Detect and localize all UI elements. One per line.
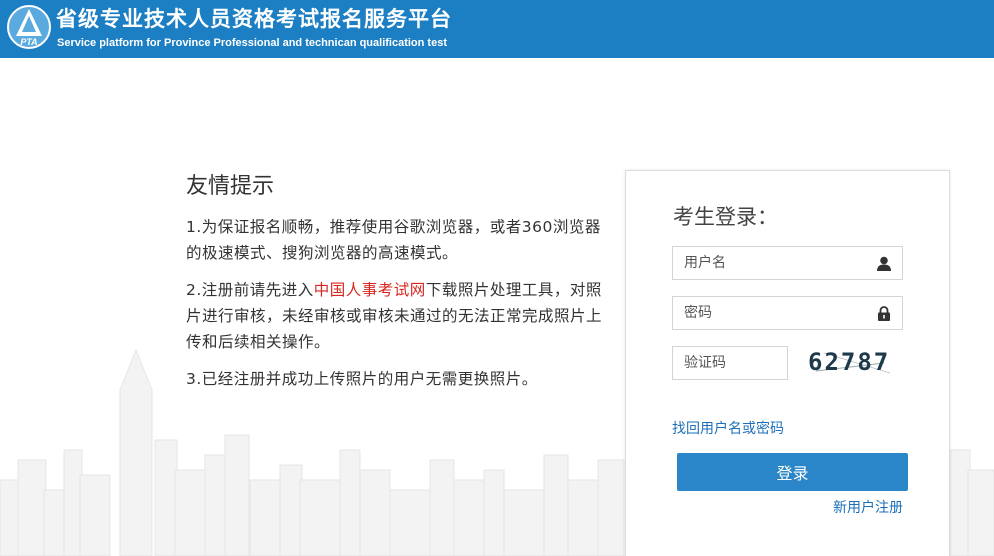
username-field: [672, 246, 903, 280]
site-subtitle: Service platform for Province Profession…: [57, 37, 447, 49]
logo-text: PTA: [20, 37, 37, 47]
forgot-credentials-link[interactable]: 找回用户名或密码: [672, 418, 784, 438]
username-input[interactable]: [673, 247, 902, 279]
password-field: [672, 296, 903, 330]
captcha-image[interactable]: 62787: [804, 343, 898, 381]
tip-item-2-prefix: 2.注册前请先进入: [186, 281, 314, 299]
captcha-field: [672, 346, 788, 380]
tips-title: 友情提示: [186, 174, 275, 199]
login-title: 考生登录：: [673, 205, 778, 229]
login-panel: 考生登录： 62787 找回用户名或密码 登录 新用户注册: [625, 170, 950, 556]
login-button[interactable]: 登录: [677, 453, 908, 491]
cpta-website-link[interactable]: 中国人事考试网: [314, 281, 426, 299]
tip-item-2: 2.注册前请先进入中国人事考试网下载照片处理工具，对照片进行审核，未经审核或审核…: [186, 277, 606, 355]
captcha-input[interactable]: [673, 347, 787, 379]
header-bar: PTA 省级专业技术人员资格考试报名服务平台 Service platform …: [0, 0, 994, 58]
tip-item-1: 1.为保证报名顺畅，推荐使用谷歌浏览器，或者360浏览器的极速模式、搜狗浏览器的…: [186, 218, 601, 262]
lock-icon: [878, 306, 890, 321]
captcha-text: 62787: [808, 348, 890, 376]
user-icon: [877, 256, 891, 271]
site-title: 省级专业技术人员资格考试报名服务平台: [56, 7, 452, 31]
tip-item-3: 3.已经注册并成功上传照片的用户无需更换照片。: [186, 370, 538, 388]
register-link[interactable]: 新用户注册: [833, 497, 903, 517]
password-input[interactable]: [673, 297, 902, 329]
friendly-tips-panel: 友情提示 1.为保证报名顺畅，推荐使用谷歌浏览器，或者360浏览器的极速模式、搜…: [186, 168, 606, 403]
pta-logo-icon: PTA: [7, 5, 51, 49]
